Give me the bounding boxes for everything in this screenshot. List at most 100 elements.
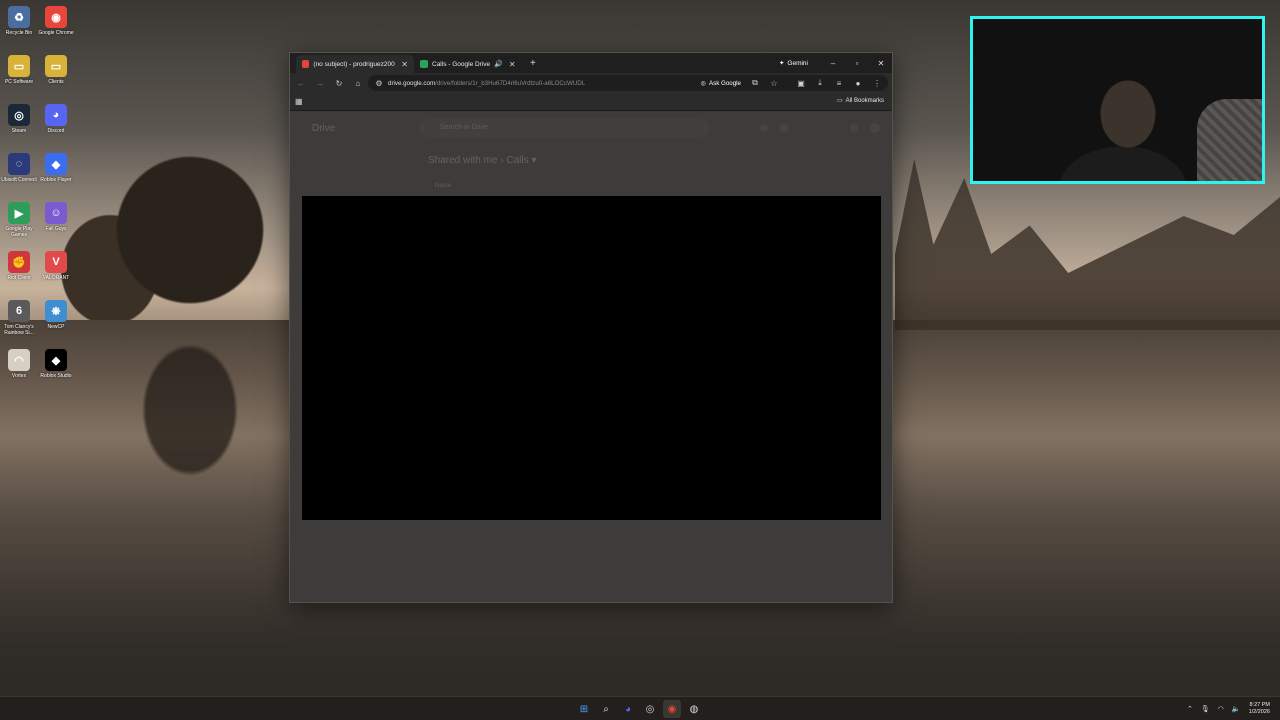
clock-time: 8:27 PM [1249, 702, 1270, 708]
page-content: Drive Search in Drive Shared with me › C… [290, 111, 892, 602]
install-app-icon[interactable]: ⧉ [750, 78, 760, 88]
desktop-icon[interactable]: ☺ Fall Guys [37, 202, 75, 246]
column-header-name[interactable]: Name [435, 183, 451, 189]
ask-google-button[interactable]: ◎ Ask Google [701, 80, 741, 87]
account-avatar[interactable] [870, 123, 880, 133]
apps-icon[interactable] [850, 124, 858, 132]
apps-grid-icon[interactable]: ▦ [295, 97, 303, 106]
desktop-icon[interactable]: ◉ Google Chrome [37, 6, 75, 50]
pillow [1197, 99, 1262, 181]
search-button[interactable]: ⌕ [597, 700, 615, 718]
desktop-icon-label: Riot Client [7, 275, 31, 281]
maximize-button[interactable]: ▫ [850, 59, 864, 68]
app-icon: ▭ [45, 55, 67, 77]
app-icon: ♻ [8, 6, 30, 28]
bookmark-star-icon[interactable]: ☆ [769, 79, 779, 88]
desktop-icon[interactable]: ❋ NewCP [37, 300, 75, 344]
profile-avatar-icon[interactable]: ● [853, 79, 863, 88]
help-icon[interactable] [780, 124, 788, 132]
site-info-icon[interactable]: ⚙ [374, 79, 384, 88]
desktop-icon-label: Roblox Player [40, 177, 72, 183]
folder-icon: ▭ [836, 98, 843, 104]
address-bar[interactable]: ⚙ drive.google.com/drive/folders/1r_b3Hu… [368, 75, 888, 91]
app-icon: ◠ [8, 349, 30, 371]
tab-drive[interactable]: Calls - Google Drive 🔊 ✕ [414, 55, 522, 73]
volume-icon[interactable]: 🔈 [1232, 705, 1241, 713]
home-button[interactable]: ⌂ [353, 79, 363, 88]
app-icon: ▭ [8, 55, 30, 77]
desktop-icon[interactable]: 6 Tom Clancy's Rainbow Si... [0, 300, 38, 344]
desktop-icon[interactable]: ♻ Recycle Bin [0, 6, 38, 50]
minimize-button[interactable]: – [826, 59, 840, 68]
gmail-icon [302, 60, 310, 68]
back-button[interactable]: ← [296, 79, 306, 88]
obs-taskbar[interactable]: ◍ [685, 700, 703, 718]
video-preview-overlay[interactable] [302, 196, 881, 520]
forward-button[interactable]: → [315, 79, 325, 88]
wallpaper-reflection [90, 330, 290, 530]
desktop-icon-label: Google Play Games [5, 226, 33, 238]
app-icon: ◆ [45, 153, 67, 175]
url-host: drive.google.com [388, 79, 436, 87]
app-icon: ◉ [45, 6, 67, 28]
more-menu-icon[interactable]: ⋮ [872, 79, 882, 88]
tab-gmail[interactable]: (no subject) - prodriguez20001 ✕ [296, 55, 414, 73]
breadcrumb[interactable]: Shared with me › Calls ▾ [428, 155, 536, 166]
discord-taskbar[interactable]: ◕ [619, 700, 637, 718]
app-icon: ❋ [45, 300, 67, 322]
bookmarks-bar: ▦ ▭ All Bookmarks [290, 93, 892, 111]
system-tray: ⌃ 🎙 ◠ 🔈 8:27 PM 1/2/2026 [1187, 699, 1270, 719]
desktop-icon-label: Ubisoft Connect [1, 177, 37, 183]
desktop-icon[interactable]: ◆ Roblox Player [37, 153, 75, 197]
desktop-icon[interactable]: ▭ Clients [37, 55, 75, 99]
microphone-icon[interactable]: 🎙 [1201, 705, 1210, 713]
desktop-icon-label: Google Chrome [38, 30, 74, 36]
taskbar-apps: ⊞ ⌕ ◕ ◎ ◉ ◍ [575, 699, 703, 719]
chrome-taskbar[interactable]: ◉ [663, 700, 681, 718]
desktop-icon[interactable]: ◎ Steam [0, 104, 38, 148]
tab-strip: (no subject) - prodriguez20001 ✕ Calls -… [290, 53, 892, 73]
speaker-icon[interactable]: 🔊 [494, 60, 503, 68]
media-control-icon[interactable]: ≡ [834, 79, 844, 88]
all-bookmarks-label: All Bookmarks [845, 97, 884, 104]
app-icon: ◌ [8, 153, 30, 175]
wifi-icon[interactable]: ◠ [1218, 705, 1224, 713]
desktop-icon-label: PC Software [4, 79, 34, 85]
desktop-icon[interactable]: ◆ Roblox Studio [37, 349, 75, 393]
tab-search-icon[interactable]: ▣ [796, 79, 806, 88]
desktop-icon[interactable]: ◠ Vortex [0, 349, 38, 393]
desktop-icon-label: Roblox Studio [40, 373, 72, 379]
tab-title: (no subject) - prodriguez20001 [313, 60, 396, 68]
desktop-icon[interactable]: V VALORANT [37, 251, 75, 295]
streamer-figure [1033, 59, 1203, 181]
reload-button[interactable]: ↻ [334, 79, 344, 88]
desktop-icon[interactable]: ◕ Discord [37, 104, 75, 148]
drive-icon [420, 60, 428, 68]
desktop-icon[interactable]: ✊ Riot Client [0, 251, 38, 295]
new-tab-button[interactable]: + [530, 58, 536, 69]
steam-taskbar[interactable]: ◎ [641, 700, 659, 718]
url-path: /drive/folders/1r_b3Hu67D4rl6uVrdtzu0-a6… [435, 79, 586, 87]
chevron-up-icon[interactable]: ⌃ [1187, 705, 1193, 713]
gemini-button[interactable]: ✦ Gemini [778, 59, 808, 68]
desktop-icon[interactable]: ▭ PC Software [0, 55, 38, 99]
close-tab-icon[interactable]: ✕ [401, 60, 408, 69]
start-button[interactable]: ⊞ [575, 700, 593, 718]
desktop-icon[interactable]: ◌ Ubisoft Connect [0, 153, 38, 197]
close-tab-icon[interactable]: ✕ [509, 60, 516, 69]
close-window-button[interactable]: ✕ [874, 59, 888, 68]
lens-icon: ◎ [700, 79, 706, 87]
drive-logo: Drive [312, 123, 336, 134]
address-bar-actions: ◎ Ask Google ⧉ ☆ ▣ ⤓ ≡ ● ⋮ [701, 75, 882, 91]
app-icon: ☺ [45, 202, 67, 224]
app-icon: V [45, 251, 67, 273]
download-icon[interactable]: ⤓ [815, 78, 825, 88]
gemini-icon: ✦ [778, 60, 785, 67]
desktop-icon-label: Steam [11, 128, 27, 134]
clock[interactable]: 8:27 PM 1/2/2026 [1249, 702, 1270, 716]
desktop-icon[interactable]: ▶ Google Play Games [0, 202, 38, 246]
app-icon: ✊ [8, 251, 30, 273]
settings-icon[interactable] [760, 124, 768, 132]
all-bookmarks-button[interactable]: ▭ All Bookmarks [836, 97, 884, 105]
drive-search-input[interactable]: Search in Drive [420, 119, 710, 137]
